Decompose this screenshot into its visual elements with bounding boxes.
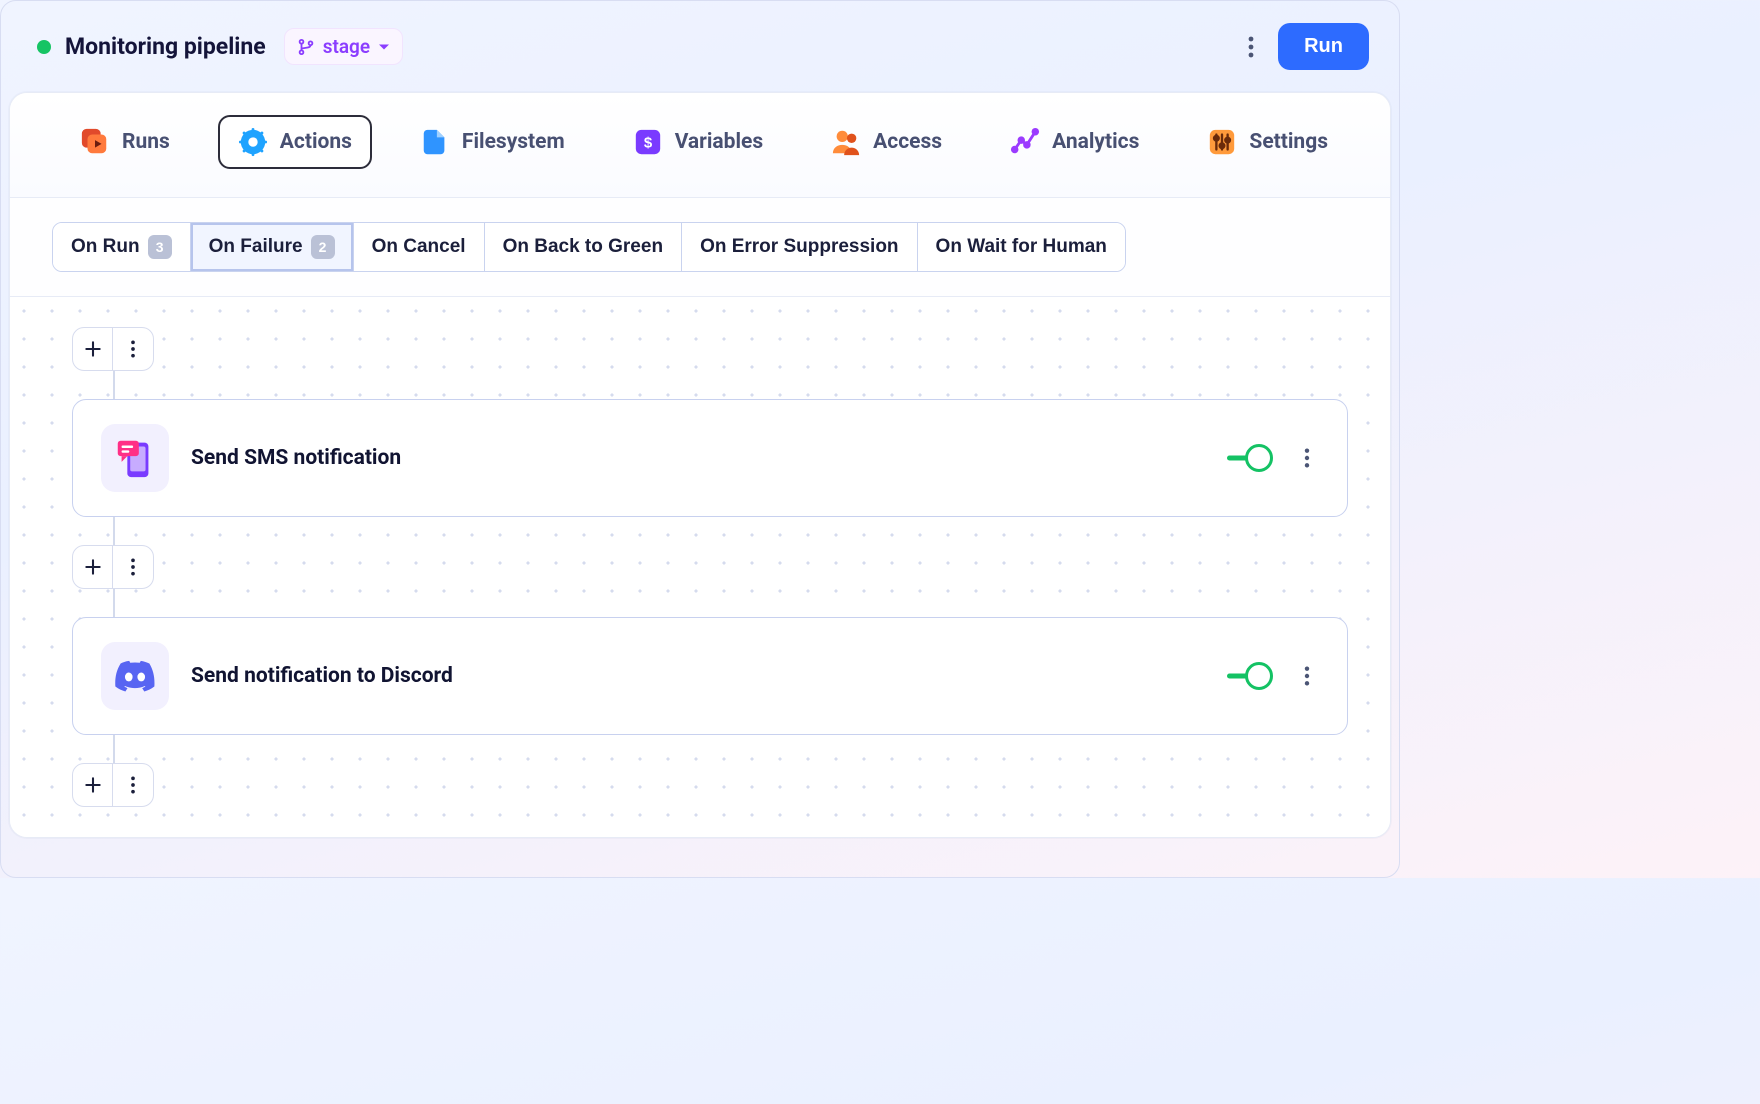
add-action-button[interactable] xyxy=(73,328,113,370)
node-more-button[interactable] xyxy=(113,328,153,370)
action-more-button[interactable] xyxy=(1295,665,1319,687)
page-header: Monitoring pipeline stage Run xyxy=(1,1,1399,92)
node-more-button[interactable] xyxy=(113,764,153,806)
action-toggle[interactable] xyxy=(1225,446,1273,470)
more-vertical-icon xyxy=(1248,35,1254,59)
filter-label: On Cancel xyxy=(372,236,466,258)
add-action-button[interactable] xyxy=(73,764,113,806)
svg-text:$: $ xyxy=(644,135,653,152)
flow-canvas: Send SMS notification xyxy=(10,297,1390,837)
branch-selector[interactable]: stage xyxy=(284,28,403,65)
add-node-control xyxy=(72,327,154,371)
more-vertical-icon xyxy=(1304,447,1310,469)
trigger-segmented: On Run 3 On Failure 2 On Cancel On Back … xyxy=(52,222,1126,272)
tab-actions[interactable]: Actions xyxy=(218,115,372,169)
filter-label: On Wait for Human xyxy=(936,236,1107,258)
more-vertical-icon xyxy=(123,339,143,359)
add-node-control xyxy=(72,763,154,807)
git-branch-icon xyxy=(297,38,315,56)
filesystem-icon xyxy=(420,127,450,157)
tab-runs[interactable]: Runs xyxy=(60,115,190,169)
variables-icon: $ xyxy=(633,127,663,157)
filter-bar: On Run 3 On Failure 2 On Cancel On Back … xyxy=(10,198,1390,297)
filter-label: On Error Suppression xyxy=(700,236,898,258)
discord-icon xyxy=(101,642,169,710)
add-action-button[interactable] xyxy=(73,546,113,588)
tab-label: Actions xyxy=(280,130,352,154)
tab-filesystem[interactable]: Filesystem xyxy=(400,115,585,169)
plus-icon xyxy=(83,775,103,795)
branch-label: stage xyxy=(323,35,370,58)
pipeline-title: Monitoring pipeline xyxy=(65,33,266,60)
status-dot-icon xyxy=(37,40,51,54)
tab-analytics[interactable]: Analytics xyxy=(990,115,1159,169)
chevron-down-icon xyxy=(378,41,390,53)
tab-settings[interactable]: Settings xyxy=(1187,115,1348,169)
filter-label: On Back to Green xyxy=(503,236,664,258)
tab-label: Runs xyxy=(122,130,170,154)
tab-variables[interactable]: $ Variables xyxy=(613,115,783,169)
tab-label: Variables xyxy=(675,130,763,154)
actions-icon xyxy=(238,127,268,157)
add-node-control xyxy=(72,545,154,589)
filter-on-wait-for-human[interactable]: On Wait for Human xyxy=(918,223,1125,271)
filter-on-run[interactable]: On Run 3 xyxy=(53,223,191,271)
filter-on-cancel[interactable]: On Cancel xyxy=(354,223,485,271)
access-icon xyxy=(831,127,861,157)
flow-column: Send SMS notification xyxy=(72,327,1348,807)
header-more-button[interactable] xyxy=(1232,28,1270,66)
filter-on-error-suppression[interactable]: On Error Suppression xyxy=(682,223,917,271)
tab-label: Analytics xyxy=(1052,130,1139,154)
tab-label: Access xyxy=(873,130,942,154)
main-card: Runs xyxy=(9,92,1391,838)
plus-icon xyxy=(83,339,103,359)
action-toggle[interactable] xyxy=(1225,664,1273,688)
filter-on-back-to-green[interactable]: On Back to Green xyxy=(485,223,683,271)
filter-on-failure[interactable]: On Failure 2 xyxy=(191,223,354,271)
node-more-button[interactable] xyxy=(113,546,153,588)
plus-icon xyxy=(83,557,103,577)
tab-access[interactable]: Access xyxy=(811,115,962,169)
action-title: Send notification to Discord xyxy=(191,664,1203,688)
runs-icon xyxy=(80,127,110,157)
action-card-sms[interactable]: Send SMS notification xyxy=(72,399,1348,517)
run-button[interactable]: Run xyxy=(1278,23,1369,70)
settings-icon xyxy=(1207,127,1237,157)
analytics-icon xyxy=(1010,127,1040,157)
action-more-button[interactable] xyxy=(1295,447,1319,469)
tab-bar: Runs xyxy=(10,93,1390,198)
action-title: Send SMS notification xyxy=(191,446,1203,470)
tab-label: Filesystem xyxy=(462,130,565,154)
filter-count-badge: 2 xyxy=(311,235,335,259)
action-card-discord[interactable]: Send notification to Discord xyxy=(72,617,1348,735)
more-vertical-icon xyxy=(1304,665,1310,687)
sms-icon xyxy=(101,424,169,492)
filter-label: On Run xyxy=(71,236,140,258)
tab-label: Settings xyxy=(1249,130,1328,154)
more-vertical-icon xyxy=(123,775,143,795)
more-vertical-icon xyxy=(123,557,143,577)
filter-count-badge: 3 xyxy=(148,235,172,259)
filter-label: On Failure xyxy=(209,236,303,258)
